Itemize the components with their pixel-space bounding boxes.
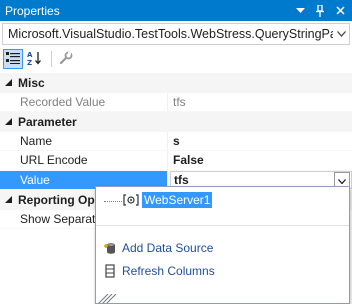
data-source-dropdown: WebServer1 Add Data Source Refresh Colum…	[95, 186, 350, 304]
property-name: Name	[0, 131, 168, 150]
property-row-name[interactable]: Name s	[0, 131, 352, 151]
close-icon[interactable]	[332, 3, 348, 19]
collapse-icon[interactable]	[2, 78, 16, 87]
add-database-icon	[102, 240, 118, 256]
refresh-columns-link[interactable]: Refresh Columns	[102, 263, 215, 279]
property-pages-button[interactable]	[56, 49, 76, 69]
chevron-down-icon[interactable]	[333, 24, 349, 44]
resize-grip[interactable]	[96, 293, 349, 303]
add-data-source-label[interactable]: Add Data Source	[122, 241, 213, 255]
refresh-columns-label[interactable]: Refresh Columns	[122, 264, 215, 278]
properties-titlebar: Properties	[0, 0, 352, 21]
dropdown-menu-icon[interactable]	[292, 3, 308, 19]
property-name: Recorded Value	[0, 92, 168, 111]
property-value[interactable]: s	[170, 132, 352, 151]
categorized-view-button[interactable]	[3, 49, 23, 69]
property-value[interactable]: False	[170, 151, 352, 170]
property-row-recorded-value[interactable]: Recorded Value tfs	[0, 92, 352, 112]
refresh-columns-icon	[102, 263, 118, 279]
object-selector[interactable]: Microsoft.VisualStudio.TestTools.WebStre…	[2, 23, 350, 45]
chevron-down-icon	[338, 173, 346, 187]
svg-text:A: A	[27, 51, 33, 59]
category-label: Reporting Op	[18, 192, 95, 207]
svg-text:Z: Z	[27, 59, 32, 66]
collapse-icon[interactable]	[2, 117, 16, 126]
property-value: tfs	[173, 94, 186, 109]
properties-toolbar: A Z	[0, 47, 352, 71]
tree-item-label[interactable]: WebServer1	[142, 192, 213, 208]
property-row-url-encode[interactable]: URL Encode False	[0, 151, 352, 171]
context-parameter-icon	[122, 193, 140, 207]
popup-separator	[96, 225, 349, 226]
property-value[interactable]: tfs	[174, 173, 189, 187]
property-name: URL Encode	[0, 151, 168, 170]
alphabetical-view-button[interactable]: A Z	[25, 49, 45, 69]
tree-item-webserver[interactable]: WebServer1	[104, 192, 213, 208]
category-label: Misc	[18, 75, 45, 90]
sort-az-icon: A Z	[27, 50, 43, 69]
category-label: Parameter	[18, 114, 77, 129]
toolbar-separator	[51, 51, 52, 67]
tree-connector	[104, 200, 122, 202]
categorized-icon	[6, 51, 20, 67]
pin-icon[interactable]	[312, 3, 328, 19]
category-misc[interactable]: Misc	[0, 73, 352, 93]
add-data-source-link[interactable]: Add Data Source	[102, 240, 213, 256]
collapse-icon[interactable]	[2, 195, 16, 204]
window-title: Properties	[5, 3, 60, 18]
category-parameter[interactable]: Parameter	[0, 112, 352, 132]
object-selector-value: Microsoft.VisualStudio.TestTools.WebStre…	[8, 27, 333, 41]
wrench-icon	[59, 51, 73, 68]
